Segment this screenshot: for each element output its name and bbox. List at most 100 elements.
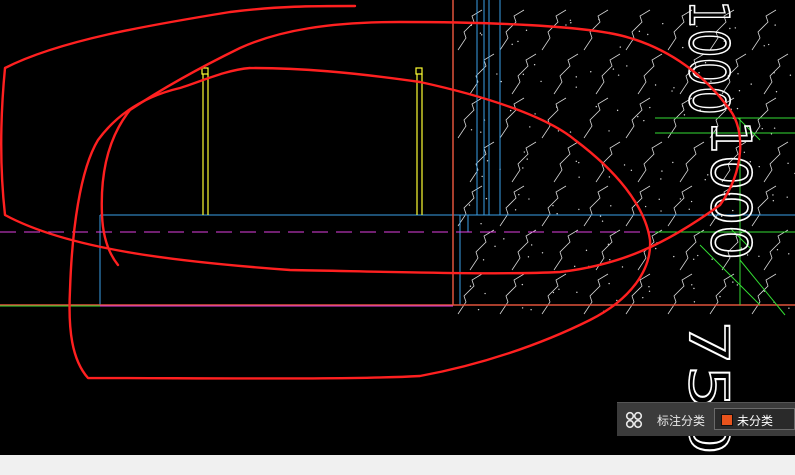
hatch-dot [481,34,483,36]
hatch-dot [534,113,536,115]
hatch-dot [599,215,602,217]
hatch-dot [692,258,695,260]
hatch-dot [529,126,531,128]
annotation-category-dropdown[interactable]: 未分类 [714,408,795,430]
hatch-dot [578,208,580,211]
hatch-dot [522,167,524,169]
hatch-dot [530,309,532,311]
hatch-dot [658,198,660,201]
hatch-dot [479,32,482,34]
hatch-dot [598,18,600,21]
hatch-dot [773,127,776,129]
hatch-dot [556,213,558,215]
hatch-dot [468,204,471,206]
hatch-stroke [457,273,483,315]
hatch-dot [500,80,502,83]
hatch-stroke [583,97,609,139]
hatch-dot [649,106,651,109]
hatch-stroke [763,141,789,183]
hatch-dot [552,291,555,294]
hatch-stroke [553,229,579,271]
hatch-dot [569,131,572,133]
hatch-stroke [541,185,567,227]
hatch-dot [608,176,611,178]
hatch-dot [528,198,530,200]
yellow-rail-posts [201,67,423,215]
hatch-dot [608,130,610,132]
hatch-dot [690,200,693,203]
hatch-dot [660,178,662,180]
hatch-dot [556,106,558,108]
hatch-stroke [709,273,735,315]
category-color-swatch [721,414,733,426]
hatch-dot [522,73,525,76]
markup-loop-inner [68,66,652,380]
hatch-stroke [499,273,525,315]
hatch-dot [480,131,482,133]
hatch-dot [511,43,513,46]
dimension-lines [0,117,795,316]
hatch-dot [601,220,604,222]
hatch-dot [671,90,673,92]
hatch-dot [644,205,647,208]
hatch-dot [526,158,528,160]
hatch-dot [576,291,578,294]
hatch-dot [480,223,482,225]
hatch-dot [481,175,483,178]
hatch-dot [523,151,526,153]
hatch-dot [525,29,528,32]
hatch-stroke [667,185,693,227]
hatch-dot [626,65,628,67]
hatch-stroke [667,273,693,315]
hatch-dot [482,259,485,261]
hatch-stroke [541,9,567,51]
hatch-stroke [637,53,663,95]
hatch-dot [697,254,699,257]
hatch-stroke [595,53,621,95]
hatch-dot [574,265,576,268]
hatch-dot [788,253,790,255]
hatch-dot [527,256,530,258]
hatch-dot [630,169,633,172]
markup-loop-outer [0,4,742,275]
hatch-stroke [583,273,609,315]
annotation-category-icon[interactable] [625,411,643,429]
hatch-dot [673,255,675,258]
hatch-stroke [751,9,777,51]
hatch-dot [679,198,682,200]
hatch-dot [672,161,674,164]
hatch-dot [789,74,792,76]
hatch-stroke [469,229,495,271]
hatch-dot [494,245,496,248]
hatch-stroke [511,53,537,95]
hatch-stroke [763,229,789,271]
hatch-stroke [583,185,609,227]
hatch-dot [655,247,657,250]
centerlines [0,231,795,307]
hatch-dot [578,176,580,178]
hatch-dot [607,243,610,246]
hatch-dot [648,285,650,288]
hatch-dot [772,199,775,202]
hatch-dot [776,249,779,251]
hatch-dot [575,76,577,78]
hatch-dot [470,24,472,27]
hatch-dot [610,205,612,207]
hatch-dot [732,281,734,283]
hatch-dot [485,197,488,200]
hatch-dot [616,109,619,112]
hatch-dot [773,72,775,74]
hatch-dot [469,285,472,287]
hatch-dot [595,105,597,108]
red-markup-annotations [0,4,742,380]
hatch-dot [643,119,645,122]
hatch-stroke [499,185,525,227]
hatch-stroke [751,273,777,315]
annotation-category-value: 未分类 [737,414,774,428]
hatch-dot [612,68,615,70]
dimension-text-1: 1000 [677,0,740,115]
hatch-stroke [511,141,537,183]
hatch-dot [772,194,774,196]
hatch-stroke [457,185,483,227]
hatch-dot [788,307,790,309]
